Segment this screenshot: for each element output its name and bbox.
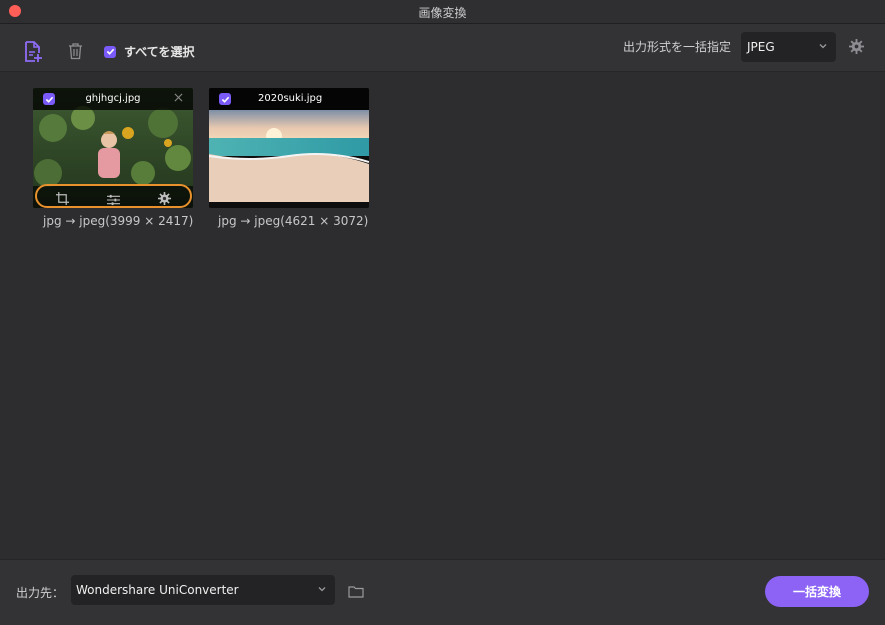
select-all-checkbox[interactable] <box>104 45 116 58</box>
title-bar: 画像変換 <box>0 0 885 24</box>
image-card-header: ghjhgcj.jpg <box>33 88 193 110</box>
image-select-checkbox[interactable] <box>219 93 231 105</box>
output-location-select[interactable]: Wondershare UniConverter <box>71 575 335 605</box>
image-file-name: ghjhgcj.jpg <box>85 93 141 104</box>
format-label: 出力形式を一括指定 <box>623 40 732 54</box>
image-conversion-info: jpg → jpeg(4621 × 3072) <box>218 214 369 228</box>
output-format-value: JPEG <box>747 40 775 54</box>
select-all-label: すべてを選択 <box>124 45 195 59</box>
image-card[interactable]: 2020suki.jpg <box>209 88 369 208</box>
add-file-button[interactable] <box>22 40 44 64</box>
select-all-control[interactable]: すべてを選択 <box>104 43 194 60</box>
image-card-header: 2020suki.jpg <box>209 88 369 110</box>
convert-all-button[interactable]: 一括変換 <box>765 576 869 607</box>
checkmark-icon <box>106 48 114 55</box>
remove-image-button[interactable] <box>174 91 183 105</box>
chevron-down-icon <box>318 587 326 592</box>
add-file-icon <box>25 41 42 62</box>
format-settings-button[interactable] <box>849 39 864 58</box>
trash-icon <box>68 42 82 59</box>
open-folder-button[interactable] <box>348 583 364 602</box>
output-location-value: Wondershare UniConverter <box>76 583 239 597</box>
chevron-down-icon <box>819 44 827 49</box>
delete-button[interactable] <box>66 41 84 61</box>
output-location-label: 出力先： <box>16 586 65 600</box>
gear-icon <box>849 39 864 54</box>
image-file-name: 2020suki.jpg <box>258 93 323 104</box>
image-conversion-info: jpg → jpeg(3999 × 2417) <box>43 214 194 228</box>
output-format-select[interactable]: JPEG <box>741 32 836 62</box>
actions-highlight-outline <box>35 184 192 208</box>
folder-icon <box>348 586 364 598</box>
checkmark-icon <box>221 96 229 103</box>
window-title: 画像変換 <box>418 6 467 20</box>
close-icon <box>174 93 183 102</box>
